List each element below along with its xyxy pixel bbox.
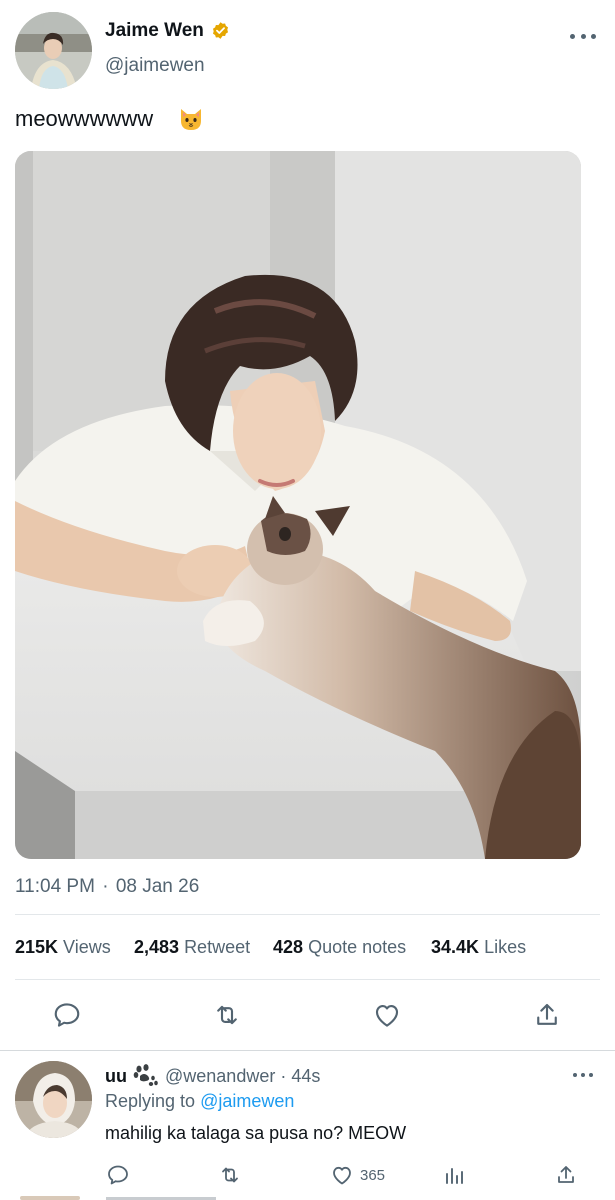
quotes-label: Quote notes — [308, 937, 407, 957]
reply-like-button[interactable]: 365 — [330, 1162, 385, 1188]
likes-label: Likes — [484, 937, 527, 957]
next-reply-avatar-peek — [20, 1196, 80, 1200]
tweet-time: 11:04 PM — [15, 876, 95, 897]
reply-like-icon — [333, 1166, 351, 1185]
views-stat[interactable]: 215K Views — [15, 937, 111, 958]
replying-to: Replying to @jaimewen — [105, 1091, 294, 1112]
reply-like-count: 365 — [360, 1166, 386, 1184]
retweet-icon[interactable] — [212, 1000, 242, 1030]
retweets-label: Retweet — [184, 937, 251, 957]
reply-share-icon[interactable] — [554, 1162, 578, 1188]
replying-to-link[interactable]: @jaimewen — [200, 1091, 294, 1111]
reply-time[interactable]: 44s — [291, 1066, 320, 1086]
divider-middle — [15, 979, 600, 980]
reply-more-options-icon[interactable] — [573, 1070, 593, 1080]
divider-top — [15, 914, 600, 915]
reply-avatar[interactable] — [15, 1061, 92, 1138]
reply-retweet-icon[interactable] — [218, 1162, 242, 1188]
retweets-count: 2,483 — [134, 937, 180, 957]
reply-tweet[interactable]: uu @wenandwer · 44s Replying to @jaimewe… — [0, 1052, 615, 1200]
reply-separator: · — [280, 1066, 287, 1086]
paw-icon — [131, 1063, 159, 1087]
author-avatar[interactable] — [15, 12, 92, 89]
reply-text: mahilig ka talaga sa pusa no? MEOW — [105, 1123, 407, 1143]
tweet-text: meowwwwww — [15, 106, 154, 131]
tweet-header: Jaime Wen @jaimewen — [0, 0, 615, 100]
tweet-actions — [0, 995, 615, 1035]
likes-stat[interactable]: 34.4K Likes — [431, 937, 526, 958]
views-label: Views — [63, 937, 111, 957]
cat-face-icon — [177, 105, 205, 133]
quotes-count: 428 — [273, 937, 304, 957]
tweet-photo[interactable] — [15, 151, 581, 859]
more-options-icon[interactable] — [570, 26, 596, 46]
reply-icon[interactable] — [52, 1000, 82, 1030]
share-icon[interactable] — [532, 1000, 562, 1030]
retweets-stat[interactable]: 2,483 Retweet — [134, 937, 250, 958]
likes-count: 34.4K — [431, 937, 480, 957]
timestamp-separator: · — [102, 876, 109, 897]
like-icon[interactable] — [372, 1000, 402, 1030]
verified-badge-icon — [211, 21, 230, 40]
views-count: 215K — [15, 937, 59, 957]
reply-handle[interactable]: @wenandwer — [165, 1066, 275, 1086]
replying-prefix: Replying to — [105, 1091, 196, 1111]
reply-views-icon[interactable] — [442, 1162, 466, 1188]
reply-meta: @wenandwer · 44s — [165, 1066, 320, 1087]
author-handle[interactable]: @jaimewen — [105, 55, 205, 77]
tweet-date: 08 Jan 26 — [115, 876, 200, 897]
tweet-timestamp[interactable]: 11:04 PM · 08 Jan 26 — [15, 876, 199, 898]
reply-author-name[interactable]: uu — [105, 1066, 127, 1087]
author-name[interactable]: Jaime Wen — [105, 20, 204, 42]
quotes-stat[interactable]: 428 Quote notes — [273, 937, 406, 958]
divider-bottom — [0, 1050, 615, 1051]
reply-reply-icon[interactable] — [106, 1162, 130, 1188]
